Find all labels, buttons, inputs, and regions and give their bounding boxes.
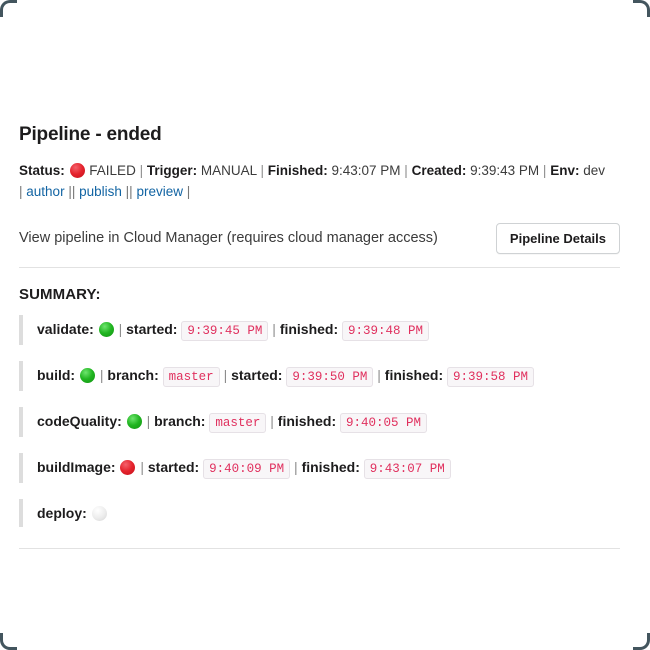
env-label: Env: [550,163,580,178]
green-circle-icon [98,322,114,337]
preview-link[interactable]: preview [136,184,183,199]
pipeline-details-button[interactable]: Pipeline Details [495,222,620,254]
step-field-label: started: [147,459,200,475]
step-field-value: 9:39:58 PM [447,367,535,387]
pipeline-meta-line: Status: FAILED | Trigger: MANUAL | Finis… [19,160,620,181]
step-separator: | [377,367,381,383]
step-name: build: [37,367,76,383]
step-field-label: finished: [277,413,337,429]
step-field-value: master [162,367,220,387]
cloud-manager-row: View pipeline in Cloud Manager (requires… [19,222,620,254]
cloud-manager-text: View pipeline in Cloud Manager (requires… [19,230,438,246]
step-separator: | [270,413,274,429]
step-separator: | [272,321,276,337]
message-body: Pipeline - ended Status: FAILED | Trigge… [0,0,650,549]
step-field-value: 9:39:50 PM [286,367,374,387]
publish-link[interactable]: publish [79,184,122,199]
step-field-label: started: [126,321,178,337]
red-circle-icon [120,460,136,475]
window-corner-bottom-left [0,633,17,650]
step-field-value: master [209,413,267,433]
window-corner-top-left [0,0,17,17]
created-label: Created: [411,163,467,178]
green-circle-icon [126,414,142,429]
link-separator: | [19,184,23,199]
link-separator: || [68,184,76,199]
step-separator: | [294,459,298,475]
page-title: Pipeline - ended [19,124,162,145]
status-value: FAILED [89,163,136,178]
step-field-label: finished: [279,321,339,337]
step-field-value: 9:39:48 PM [342,321,430,341]
step-field-value: 9:39:45 PM [181,321,269,341]
finished-label: Finished: [267,163,328,178]
step-field-label: started: [231,367,283,383]
step-name: codeQuality: [37,413,122,429]
window-corner-bottom-right [633,633,650,650]
trigger-value: MANUAL [200,163,257,178]
step-separator: | [118,321,123,337]
meta-separator: | [139,163,144,178]
quick-links: | author || publish || preview | [19,181,620,202]
green-circle-icon [80,368,95,383]
summary-step-row: validate: | started: 9:39:45 PM | finish… [19,315,620,345]
summary-step-row: build: | branch: master | started: 9:39:… [19,361,620,391]
meta-separator: | [404,163,408,178]
finished-value: 9:43:07 PM [331,163,401,178]
step-separator: | [99,367,104,383]
step-separator: | [140,459,144,475]
step-field-label: finished: [384,367,444,383]
summary-step-list: validate: | started: 9:39:45 PM | finish… [19,315,620,527]
link-separator: || [125,184,133,199]
created-value: 9:39:43 PM [470,163,540,178]
summary-step-row: buildImage: | started: 9:40:09 PM | fini… [19,453,620,483]
step-name: buildImage: [37,459,116,475]
author-link[interactable]: author [26,184,64,199]
link-separator: | [186,184,191,199]
status-label: Status: [19,163,65,178]
white-circle-icon [91,506,107,521]
env-value: dev [583,163,606,178]
step-separator: | [146,413,151,429]
meta-separator: | [542,163,547,178]
divider-top [19,267,620,268]
window-corner-top-right [633,0,650,17]
red-circle-icon [69,163,85,178]
summary-heading: SUMMARY: [19,286,101,303]
summary-step-row: codeQuality: | branch: master | finished… [19,407,620,437]
step-field-value: 9:43:07 PM [363,459,451,479]
step-field-label: branch: [107,367,159,383]
step-field-value: 9:40:09 PM [203,459,291,479]
step-name: validate: [37,321,94,337]
trigger-label: Trigger: [146,163,198,178]
step-separator: | [223,367,228,383]
step-field-label: branch: [154,413,206,429]
step-name: deploy: [37,505,87,521]
meta-separator: | [260,163,264,178]
step-field-value: 9:40:05 PM [340,413,428,433]
divider-bottom [19,548,620,549]
step-field-label: finished: [301,459,360,475]
summary-step-row: deploy: [19,499,620,527]
